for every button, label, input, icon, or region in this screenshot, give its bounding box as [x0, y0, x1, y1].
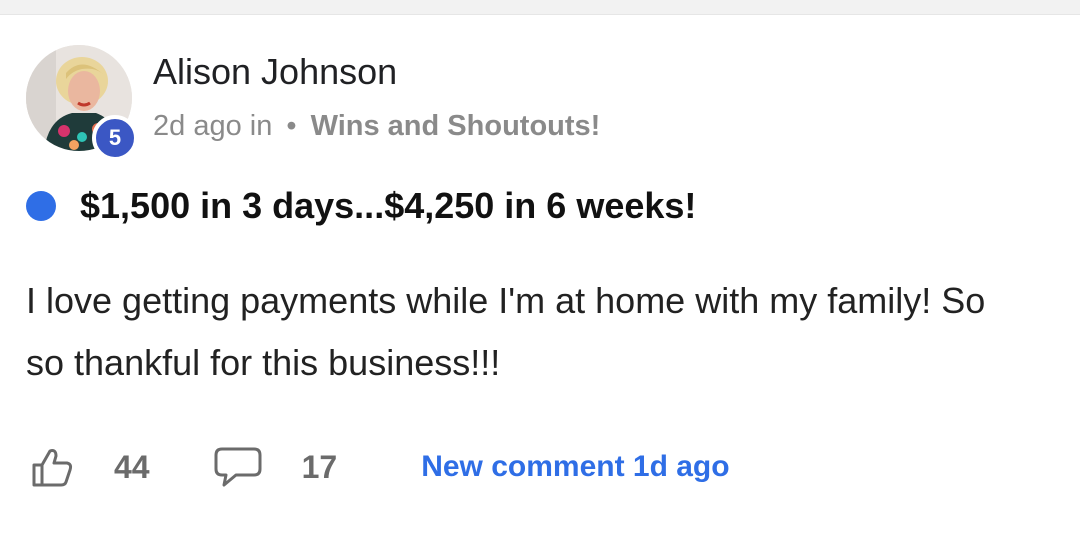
- post-time: 2d ago in: [153, 110, 273, 142]
- like-count: 44: [114, 448, 150, 485]
- thumbs-up-icon: [30, 445, 74, 489]
- post-meta: 2d ago in • Wins and Shoutouts!: [153, 110, 600, 143]
- comment-bubble-icon: [214, 445, 262, 489]
- post-actions: 44 17 New comment 1d ago: [30, 445, 730, 489]
- post-body: I love getting payments while I'm at hom…: [26, 280, 986, 383]
- level-badge: 5: [92, 115, 138, 161]
- post-title-row[interactable]: $1,500 in 3 days...$4,250 in 6 weeks!: [26, 185, 696, 227]
- meta-separator: •: [286, 110, 297, 142]
- category-link[interactable]: Wins and Shoutouts!: [311, 110, 601, 142]
- new-comment-link[interactable]: New comment 1d ago: [421, 450, 729, 484]
- author-avatar[interactable]: 5: [26, 45, 138, 161]
- post-card[interactable]: 5 Alison Johnson 2d ago in • Wins and Sh…: [0, 14, 1080, 541]
- comment-count: 17: [301, 448, 338, 485]
- unread-indicator: [26, 191, 56, 221]
- like-button[interactable]: 44: [30, 445, 150, 489]
- author-name[interactable]: Alison Johnson: [153, 51, 397, 93]
- comment-button[interactable]: 17: [214, 445, 338, 489]
- post-title[interactable]: $1,500 in 3 days...$4,250 in 6 weeks!: [80, 185, 696, 227]
